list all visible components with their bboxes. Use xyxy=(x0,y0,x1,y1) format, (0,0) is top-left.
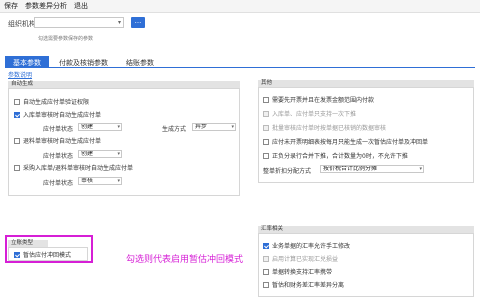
menu-param-diff-analysis[interactable]: 参数差异分析 xyxy=(25,1,67,11)
chevron-down-icon: ▾ xyxy=(117,124,120,130)
auto-gen-opt4-label: 采购入库单/退料单审核时自动生成应付单 xyxy=(23,165,134,172)
other-opt5-checkbox[interactable] xyxy=(263,152,269,159)
auto-gen-opt3-label: 退料单审核时自动生成应付单 xyxy=(23,138,102,145)
auto-gen-status1-select[interactable]: 创建 ▾ xyxy=(78,123,122,131)
auto-gen-opt4-checkbox[interactable] xyxy=(14,164,20,171)
other-opt1-label: 需要先开票并且在发票金额范围内付款 xyxy=(272,97,375,104)
other-group-title: 其他 xyxy=(258,80,474,87)
summary-opt3-label: 单据转换支持汇率携带 xyxy=(272,269,333,276)
summary-opt4-checkbox[interactable] xyxy=(263,281,269,288)
chevron-down-icon: ▾ xyxy=(117,178,120,184)
other-opt4-checkbox[interactable] xyxy=(263,138,269,145)
auto-gen-opt2-label: 入库单审核时自动生成应付单 xyxy=(23,112,102,119)
other-opt2-checkbox xyxy=(263,110,269,117)
org-select[interactable]: ▾ xyxy=(34,17,124,28)
summary-opt1-row[interactable]: 业务单据的汇率允许手工修改 xyxy=(263,241,350,250)
auto-gen-method-select[interactable]: 异步 ▾ xyxy=(192,123,236,131)
auto-gen-status1-value: 创建 xyxy=(81,123,94,130)
tab-underline xyxy=(5,67,475,68)
other-opt3-checkbox xyxy=(263,124,269,131)
auto-gen-opt2-row[interactable]: 入库单审核时自动生成应付单 xyxy=(14,110,101,119)
other-opt3-row: 批量审核应付单时按单据已核销的数据审核 xyxy=(263,123,386,132)
menu-bar: 保存 参数差异分析 退出 xyxy=(0,0,480,13)
org-browse-button[interactable]: ... xyxy=(131,17,145,28)
auto-gen-status1-label: 应付单状态 xyxy=(43,126,74,133)
summary-opt2-row: 启用计算已实现汇兑损益 xyxy=(263,254,338,263)
auto-gen-method-label: 生成方式 xyxy=(162,126,187,133)
summary-opt1-checkbox[interactable] xyxy=(263,242,269,249)
other-tax-label: 整单折扣分配方式 xyxy=(263,168,312,175)
auto-gen-group-title: 自动生成 xyxy=(8,81,240,88)
auto-gen-opt2-checkbox[interactable] xyxy=(14,111,20,118)
summary-opt1-label: 业务单据的汇率允许手工修改 xyxy=(272,243,351,250)
chevron-down-icon: ▾ xyxy=(231,124,234,130)
org-area: 组织机构 ▾ ... 勾选需要参数保存的参数 xyxy=(0,13,480,49)
other-opt3-label: 批量审核应付单时按单据已核销的数据审核 xyxy=(272,125,387,132)
auto-gen-opt3-row[interactable]: 退料单审核时自动生成应付单 xyxy=(14,136,101,145)
annotation-text: 勾选则代表启用暂估冲回模式 xyxy=(126,255,244,265)
other-opt2-row: 入库单、应付单只支持一次下推 xyxy=(263,109,356,118)
highlight-box xyxy=(5,235,93,263)
other-tax-select[interactable]: 按价税合计比例分摊 ▾ xyxy=(320,165,424,173)
auto-gen-status3-select[interactable]: 审核 ▾ xyxy=(78,177,122,185)
other-opt4-row[interactable]: 应付未开票明细表按每月只能生成一次暂估应付单及冲回单 xyxy=(263,137,428,146)
auto-gen-opt1-row[interactable]: 自动生成应付单验证权限 xyxy=(14,97,89,106)
auto-gen-status2-value: 创建 xyxy=(81,150,94,157)
summary-opt4-row[interactable]: 暂估和财务差汇率差异分离 xyxy=(263,280,344,289)
other-tax-value: 按价税合计比例分摊 xyxy=(323,165,378,172)
menu-exit[interactable]: 退出 xyxy=(74,1,88,11)
auto-gen-status3-value: 审核 xyxy=(81,177,94,184)
summary-opt4-label: 暂估和财务差汇率差异分离 xyxy=(272,282,345,289)
summary-group-title: 汇率相关 xyxy=(258,226,474,233)
other-opt5-row[interactable]: 正负分录行合并下推，合计数量为0时，不允许下推 xyxy=(263,151,408,160)
summary-opt2-label: 启用计算已实现汇兑损益 xyxy=(272,256,339,263)
auto-gen-opt1-checkbox[interactable] xyxy=(14,98,20,105)
other-opt4-label: 应付未开票明细表按每月只能生成一次暂估应付单及冲回单 xyxy=(272,139,429,146)
other-opt5-label: 正负分录行合并下推，合计数量为0时，不允许下推 xyxy=(272,153,408,160)
other-opt1-checkbox[interactable] xyxy=(263,96,269,103)
auto-gen-status3-label: 应付单状态 xyxy=(43,180,74,187)
chevron-down-icon: ▾ xyxy=(117,19,121,26)
auto-gen-status2-label: 应付单状态 xyxy=(43,153,74,160)
auto-gen-status2-select[interactable]: 创建 ▾ xyxy=(78,150,122,158)
chevron-down-icon: ▾ xyxy=(419,166,422,172)
chevron-down-icon: ▾ xyxy=(117,151,120,157)
param-description-link[interactable]: 参数说明 xyxy=(8,70,32,79)
auto-gen-opt1-label: 自动生成应付单验证权限 xyxy=(23,99,90,106)
org-label: 组织机构 xyxy=(8,20,36,28)
auto-gen-method-value: 异步 xyxy=(195,123,208,130)
summary-opt3-row[interactable]: 单据转换支持汇率携带 xyxy=(263,267,332,276)
auto-gen-opt3-checkbox[interactable] xyxy=(14,137,20,144)
summary-opt3-checkbox[interactable] xyxy=(263,268,269,275)
org-hint: 勾选需要参数保存的参数 xyxy=(38,36,94,42)
menu-save[interactable]: 保存 xyxy=(4,1,18,11)
other-opt2-label: 入库单、应付单只支持一次下推 xyxy=(272,111,357,118)
summary-opt2-checkbox xyxy=(263,255,269,262)
auto-gen-opt4-row[interactable]: 采购入库单/退料单审核时自动生成应付单 xyxy=(14,163,133,172)
other-opt1-row[interactable]: 需要先开票并且在发票金额范围内付款 xyxy=(263,95,374,104)
